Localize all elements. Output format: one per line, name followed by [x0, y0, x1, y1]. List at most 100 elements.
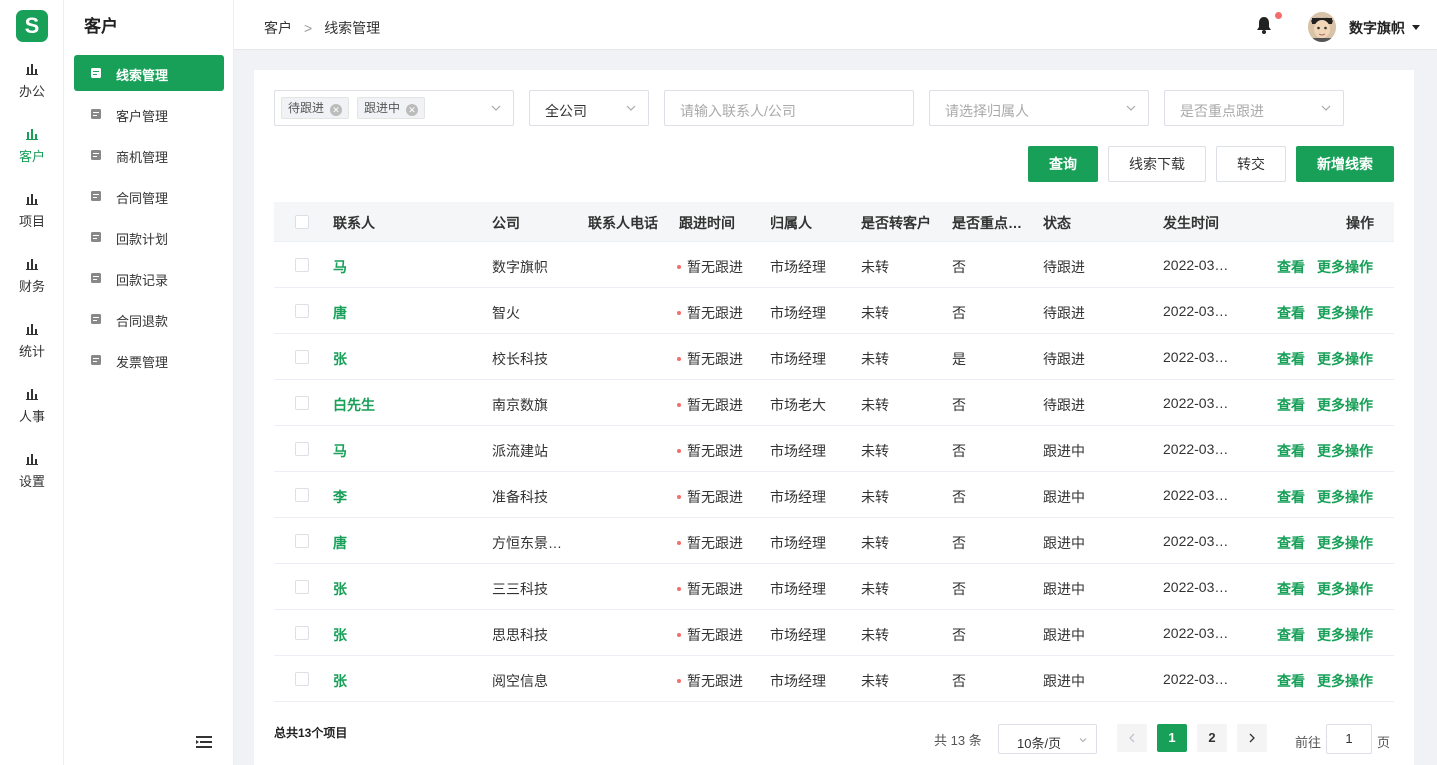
owner-select-placeholder: 请选择归属人 [945, 103, 1029, 119]
contact-cell[interactable]: 李 [333, 487, 347, 507]
bar-chart-icon [26, 64, 38, 75]
view-link[interactable]: 查看 [1277, 349, 1305, 369]
breadcrumb-root[interactable]: 客户 [264, 20, 292, 36]
column-header[interactable]: 状态 [1043, 213, 1071, 233]
next-page-button[interactable] [1237, 724, 1267, 752]
more-actions-link[interactable]: 更多操作 [1317, 487, 1373, 507]
more-actions-link[interactable]: 更多操作 [1317, 671, 1373, 691]
rail-item[interactable]: 项目 [0, 194, 64, 244]
page-size-select[interactable]: 10条/页 [998, 724, 1097, 754]
column-header[interactable]: 归属人 [770, 213, 812, 233]
contact-cell[interactable]: 张 [333, 579, 347, 599]
tag-close-icon[interactable]: ✕ [330, 104, 343, 116]
more-actions-link[interactable]: 更多操作 [1317, 257, 1373, 277]
column-header[interactable]: 发生时间 [1163, 213, 1219, 233]
more-actions-link[interactable]: 更多操作 [1317, 579, 1373, 599]
view-link[interactable]: 查看 [1277, 257, 1305, 277]
view-link[interactable]: 查看 [1277, 579, 1305, 599]
submenu-item[interactable]: 合同退款 [74, 301, 224, 337]
converted-cell: 未转 [861, 443, 889, 459]
contact-cell[interactable]: 唐 [333, 533, 347, 553]
download-leads-button[interactable]: 线索下载 [1108, 146, 1206, 182]
tag-close-icon[interactable]: ✕ [406, 104, 419, 116]
view-link[interactable]: 查看 [1277, 395, 1305, 415]
row-checkbox[interactable] [295, 534, 309, 548]
view-link[interactable]: 查看 [1277, 303, 1305, 323]
rail-item[interactable]: 统计 [0, 324, 64, 374]
column-header[interactable]: 联系人电话 [588, 213, 658, 233]
column-header[interactable]: 跟进时间 [679, 213, 735, 233]
chevron-left-icon [1129, 733, 1135, 743]
view-link[interactable]: 查看 [1277, 533, 1305, 553]
collapse-menu-icon[interactable] [196, 735, 212, 749]
prev-page-button[interactable] [1117, 724, 1147, 752]
key-follow-cell: 否 [952, 627, 966, 643]
row-checkbox[interactable] [295, 442, 309, 456]
app-logo[interactable]: S [16, 10, 48, 42]
contact-cell[interactable]: 马 [333, 257, 347, 277]
bar-chart-icon [26, 194, 38, 205]
converted-cell: 未转 [861, 489, 889, 505]
contact-cell[interactable]: 张 [333, 671, 347, 691]
contact-search-input[interactable]: 请输入联系人/公司 [664, 90, 914, 126]
goto-label: 前往 [1295, 735, 1322, 750]
more-actions-link[interactable]: 更多操作 [1317, 395, 1373, 415]
rail-item-label: 统计 [18, 344, 45, 359]
more-actions-link[interactable]: 更多操作 [1317, 625, 1373, 645]
page-button[interactable]: 1 [1157, 724, 1187, 752]
page-button[interactable]: 2 [1197, 724, 1227, 752]
user-menu[interactable]: 数字旗帜 [1349, 18, 1420, 38]
row-checkbox[interactable] [295, 396, 309, 410]
contact-cell[interactable]: 马 [333, 441, 347, 461]
view-link[interactable]: 查看 [1277, 671, 1305, 691]
add-lead-button[interactable]: 新增线索 [1296, 146, 1394, 182]
view-link[interactable]: 查看 [1277, 625, 1305, 645]
query-button[interactable]: 查询 [1028, 146, 1098, 182]
view-link[interactable]: 查看 [1277, 487, 1305, 507]
row-checkbox[interactable] [295, 580, 309, 594]
rail-item[interactable]: 设置 [0, 454, 64, 504]
submenu-item[interactable]: 商机管理 [74, 137, 224, 173]
bell-icon[interactable] [1256, 16, 1272, 34]
avatar[interactable] [1308, 12, 1336, 42]
view-link[interactable]: 查看 [1277, 441, 1305, 461]
column-header[interactable]: 联系人 [333, 213, 375, 233]
contact-cell[interactable]: 张 [333, 349, 347, 369]
column-header[interactable]: 是否转客户 [861, 213, 931, 233]
submenu-item[interactable]: 回款记录 [74, 260, 224, 296]
row-checkbox[interactable] [295, 672, 309, 686]
column-header[interactable]: 公司 [492, 213, 520, 233]
more-actions-link[interactable]: 更多操作 [1317, 533, 1373, 553]
owner-select[interactable]: 请选择归属人 [929, 90, 1149, 126]
row-checkbox[interactable] [295, 488, 309, 502]
contact-cell[interactable]: 白先生 [333, 395, 375, 415]
row-checkbox[interactable] [295, 626, 309, 640]
submenu-item[interactable]: 合同管理 [74, 178, 224, 214]
transfer-button[interactable]: 转交 [1216, 146, 1286, 182]
more-actions-link[interactable]: 更多操作 [1317, 303, 1373, 323]
row-checkbox[interactable] [295, 304, 309, 318]
submenu-item[interactable]: 线索管理 [74, 55, 224, 91]
row-checkbox[interactable] [295, 350, 309, 364]
key-follow-select[interactable]: 是否重点跟进 [1164, 90, 1344, 126]
more-actions-link[interactable]: 更多操作 [1317, 441, 1373, 461]
contact-cell[interactable]: 张 [333, 625, 347, 645]
company-cell: 校长科技 [492, 351, 548, 367]
rail-item[interactable]: 财务 [0, 259, 64, 309]
column-header[interactable]: 是否重点… [952, 213, 1022, 233]
more-actions-link[interactable]: 更多操作 [1317, 349, 1373, 369]
company-scope-select[interactable]: 全公司 [529, 90, 649, 126]
submenu-item-label: 发票管理 [116, 355, 169, 370]
submenu-item[interactable]: 客户管理 [74, 96, 224, 132]
owner-cell: 市场经理 [770, 305, 826, 321]
rail-item[interactable]: 人事 [0, 389, 64, 439]
submenu-item[interactable]: 回款计划 [74, 219, 224, 255]
select-all-checkbox[interactable] [295, 215, 309, 229]
status-select[interactable]: 待跟进 ✕ 跟进中 ✕ [274, 90, 514, 126]
row-checkbox[interactable] [295, 258, 309, 272]
rail-item[interactable]: 客户 [0, 129, 64, 179]
goto-page-input[interactable]: 1 [1326, 724, 1372, 754]
submenu-item[interactable]: 发票管理 [74, 342, 224, 378]
rail-item[interactable]: 办公 [0, 64, 64, 114]
contact-cell[interactable]: 唐 [333, 303, 347, 323]
